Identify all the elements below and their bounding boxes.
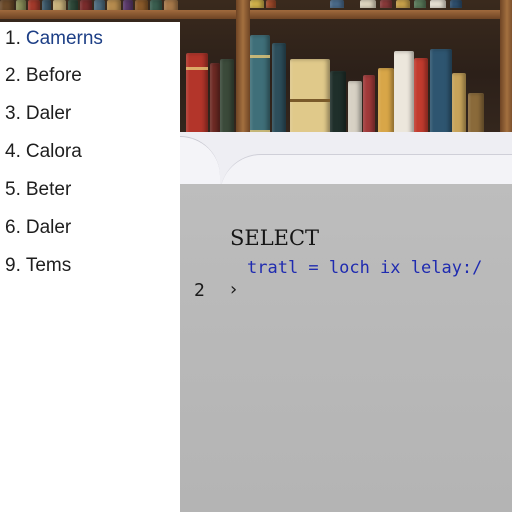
list-item-label: Camerns bbox=[25, 28, 103, 49]
list-item-number: 4. bbox=[5, 141, 21, 162]
list-item-number: 2. bbox=[5, 65, 21, 86]
book bbox=[360, 0, 376, 8]
line-number: 2 bbox=[194, 280, 205, 301]
list-item-label: Daler bbox=[25, 103, 72, 124]
list-item-label: Before bbox=[25, 65, 82, 86]
list-item[interactable]: 9. Tems bbox=[5, 253, 71, 279]
list-item[interactable]: 6. Daler bbox=[5, 215, 71, 241]
list-item[interactable]: 2. Before bbox=[5, 63, 82, 89]
list-item[interactable]: 4. Calora bbox=[5, 139, 82, 165]
code-editor[interactable]: SELECT tratl = loch ix lelay:/ 2 › bbox=[180, 184, 512, 512]
book bbox=[266, 0, 276, 8]
open-book-pages bbox=[180, 132, 512, 195]
list-item[interactable]: 5. Beter bbox=[5, 177, 71, 203]
sql-keyword: SELECT bbox=[230, 226, 320, 250]
book bbox=[250, 0, 264, 8]
book bbox=[330, 0, 344, 8]
list-item-number: 1. bbox=[5, 28, 21, 49]
list-item-number: 3. bbox=[5, 103, 21, 124]
book bbox=[380, 0, 392, 8]
book bbox=[414, 0, 426, 8]
list-item-number: 5. bbox=[5, 179, 21, 200]
list-item-label: Calora bbox=[25, 141, 82, 162]
list-item[interactable]: 3. Daler bbox=[5, 101, 71, 127]
page-curve bbox=[180, 136, 220, 187]
shelf-board bbox=[0, 10, 512, 19]
list-item-label: Tems bbox=[25, 255, 72, 276]
list-item-label: Daler bbox=[25, 217, 72, 238]
book bbox=[450, 0, 462, 8]
book bbox=[430, 0, 446, 8]
item-list-panel: 1. Camerns 2. Before 3. Daler 4. Calora 5. Be… bbox=[0, 22, 180, 512]
list-item-label: Beter bbox=[25, 179, 72, 200]
prompt-chevron-icon: › bbox=[228, 279, 239, 300]
book bbox=[396, 0, 410, 8]
list-item[interactable]: 1. Camerns bbox=[5, 26, 103, 52]
list-item-number: 9. bbox=[5, 255, 21, 276]
code-line: tratl = loch ix lelay:/ bbox=[247, 258, 483, 278]
list-item-number: 6. bbox=[5, 217, 21, 238]
